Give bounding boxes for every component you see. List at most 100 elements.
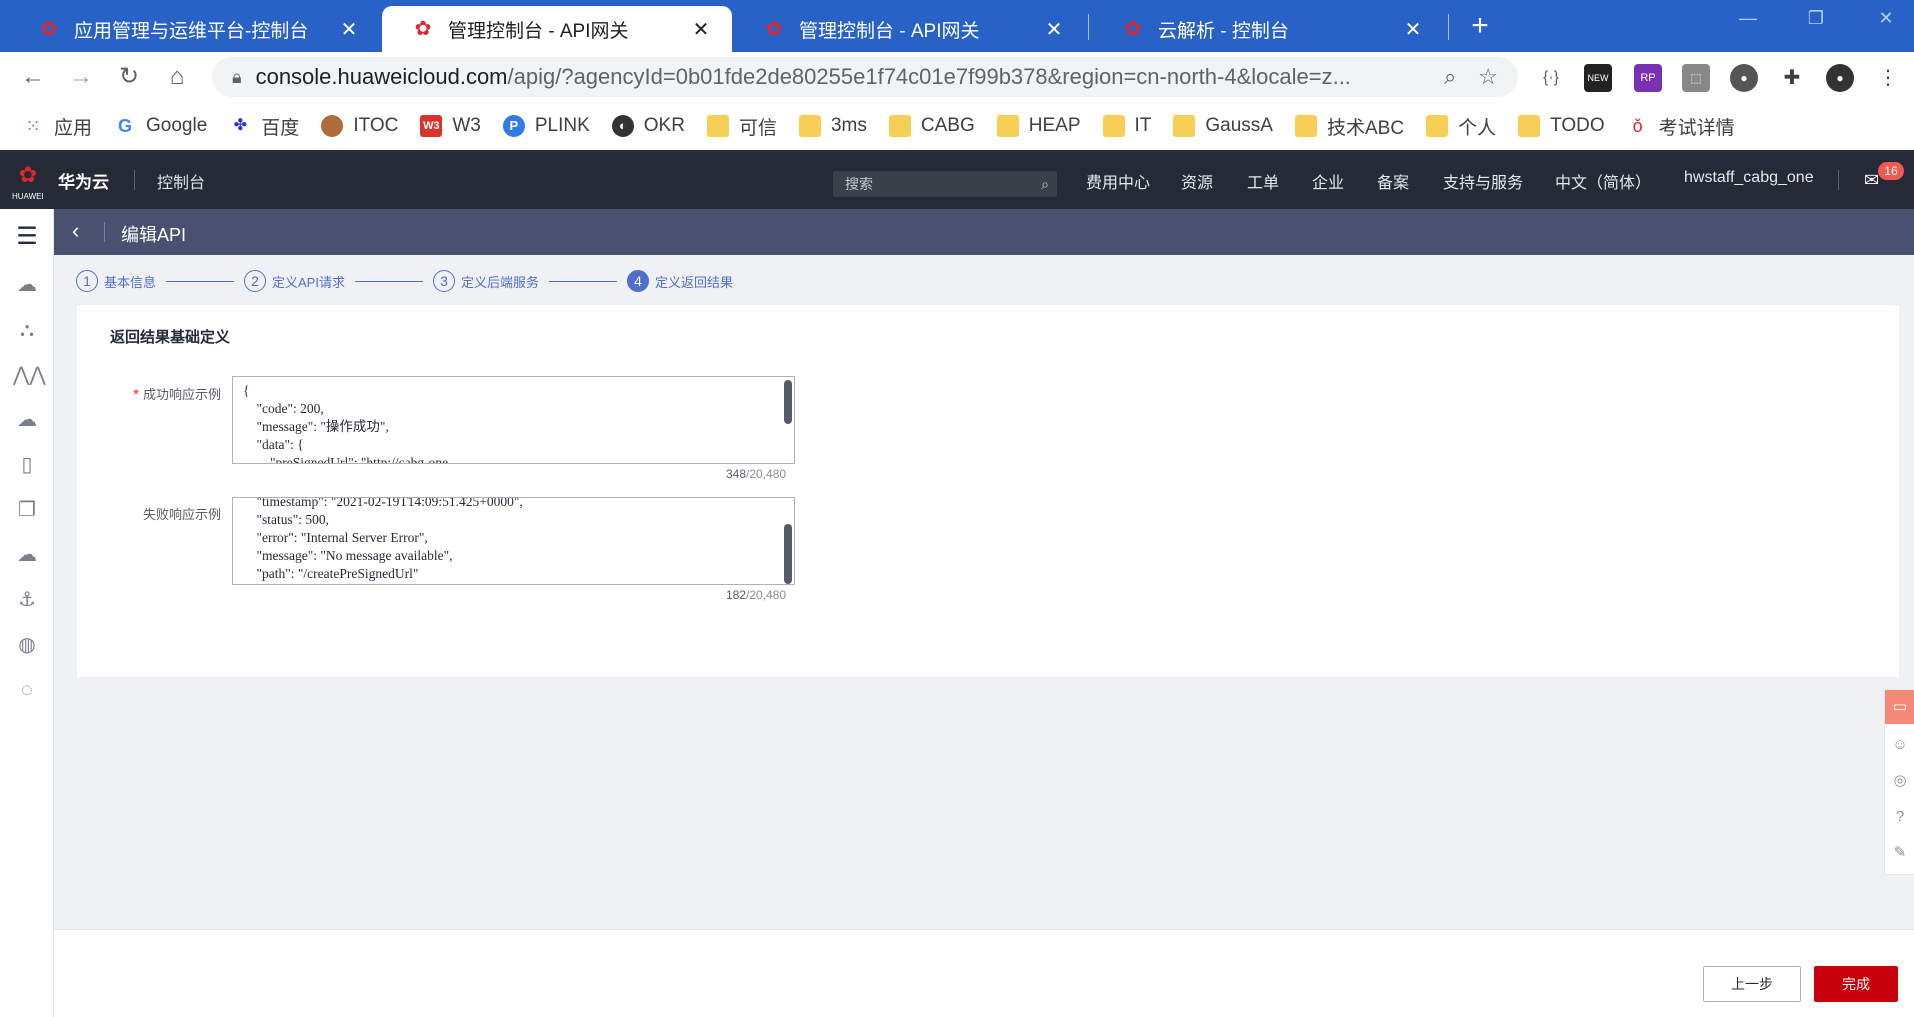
previous-step-button[interactable]: 上一步 bbox=[1703, 966, 1801, 1002]
nav-resources[interactable]: 资源 bbox=[1181, 169, 1213, 193]
folder-icon bbox=[1173, 115, 1196, 137]
step-number: 4 bbox=[627, 270, 649, 292]
browser-tab-2[interactable]: ✿ 管理控制台 - API网关 ✕ bbox=[382, 6, 732, 52]
nav-language[interactable]: 中文（简体） bbox=[1555, 169, 1651, 193]
bookmark-folder[interactable]: 3ms bbox=[798, 115, 867, 137]
folder-icon bbox=[996, 115, 1019, 137]
nav-enterprise[interactable]: 企业 bbox=[1312, 169, 1344, 193]
cluster-icon[interactable]: ⛬ bbox=[13, 316, 41, 344]
bookmark-exam[interactable]: ǒ 考试详情 bbox=[1627, 113, 1735, 140]
failure-max: /20,480 bbox=[746, 588, 787, 602]
smile-icon[interactable]: ☺ bbox=[1885, 728, 1914, 762]
header-divider bbox=[134, 170, 135, 190]
anchor-icon[interactable]: ⚓ bbox=[13, 586, 41, 614]
step-define-request[interactable]: 2 定义API请求 bbox=[244, 270, 345, 292]
api-gateway-icon[interactable]: ⋀⋀ bbox=[13, 361, 46, 389]
nav-username[interactable]: hwstaff_cabg_one bbox=[1684, 169, 1814, 187]
nav-icp[interactable]: 备案 bbox=[1377, 169, 1409, 193]
failure-scrollbar[interactable] bbox=[784, 524, 792, 584]
bookmark-folder[interactable]: IT bbox=[1102, 115, 1151, 137]
back-arrow-icon[interactable]: ← bbox=[16, 60, 50, 94]
folder-icon bbox=[1518, 115, 1541, 137]
feedback-icon[interactable]: ▭ bbox=[1885, 690, 1914, 724]
nav-support[interactable]: 支持与服务 bbox=[1443, 169, 1523, 193]
finish-button[interactable]: 完成 bbox=[1814, 966, 1898, 1002]
bookmark-w3[interactable]: W3 W3 bbox=[420, 115, 481, 137]
extension-circle-icon[interactable]: ● bbox=[1730, 64, 1758, 92]
bookmark-star-icon[interactable]: ☆ bbox=[1478, 64, 1498, 90]
extension-new-icon[interactable]: NEW bbox=[1584, 64, 1612, 92]
files-icon[interactable]: ❐ bbox=[13, 496, 41, 524]
cloud-upload-icon[interactable]: ☁ bbox=[13, 541, 41, 569]
browser-menu-icon[interactable]: ⋮ bbox=[1874, 64, 1902, 92]
bookmark-google[interactable]: G Google bbox=[114, 115, 207, 137]
new-tab-icon[interactable]: + bbox=[1462, 8, 1498, 44]
restore-window-icon[interactable]: ❐ bbox=[1796, 8, 1836, 29]
search-icon[interactable]: ⌕ bbox=[1041, 171, 1049, 197]
console-link[interactable]: 控制台 bbox=[157, 169, 205, 193]
extension-bracket-icon[interactable]: {·} bbox=[1537, 64, 1565, 92]
w3-icon: W3 bbox=[420, 115, 443, 137]
nav-billing[interactable]: 费用中心 bbox=[1086, 169, 1150, 193]
bookmark-plink[interactable]: P PLINK bbox=[502, 115, 590, 137]
close-tab-icon[interactable]: ✕ bbox=[1400, 17, 1426, 42]
extension-pdf-icon[interactable]: ⬚ bbox=[1682, 64, 1710, 92]
bookmark-folder[interactable]: 可信 bbox=[706, 113, 777, 140]
header-search-input[interactable]: 搜索 ⌕ bbox=[833, 171, 1057, 197]
bookmark-folder[interactable]: CABG bbox=[888, 115, 975, 137]
browser-tab-4[interactable]: ✿ 云解析 - 控制台 ✕ bbox=[1092, 6, 1444, 52]
minimize-window-icon[interactable]: — bbox=[1728, 8, 1768, 29]
step-define-response[interactable]: 4 定义返回结果 bbox=[627, 270, 733, 292]
bookmark-label: 应用 bbox=[54, 117, 93, 139]
reload-icon[interactable]: ↻ bbox=[112, 60, 146, 94]
lock-icon: 🔒︎ bbox=[232, 66, 242, 87]
bookmark-folder[interactable]: HEAP bbox=[996, 115, 1081, 137]
bookmark-apps[interactable]: ⁙ 应用 bbox=[22, 113, 92, 140]
step-label: 定义返回结果 bbox=[655, 274, 734, 290]
bookmark-baidu[interactable]: ✤ 百度 bbox=[229, 113, 300, 140]
forward-arrow-icon[interactable]: → bbox=[64, 60, 98, 94]
profile-avatar[interactable]: ● bbox=[1826, 64, 1854, 92]
browser-tab-3[interactable]: ✿ 管理控制台 - API网关 ✕ bbox=[733, 6, 1085, 52]
home-icon[interactable]: ⌂ bbox=[160, 60, 194, 94]
bookmark-folder[interactable]: 个人 bbox=[1426, 113, 1496, 140]
bookmark-folder[interactable]: TODO bbox=[1518, 115, 1605, 137]
chat-icon[interactable]: ◌ bbox=[13, 676, 41, 704]
bookmark-folder[interactable]: 技术ABC bbox=[1294, 113, 1404, 140]
back-chevron-icon[interactable]: ‹ bbox=[72, 218, 79, 244]
help-icon[interactable]: ? bbox=[1885, 800, 1914, 834]
mail-icon[interactable]: ✉ bbox=[1864, 170, 1879, 191]
success-example-textarea[interactable]: { "code": 200, "message": "操作成功", "data"… bbox=[232, 376, 795, 464]
floating-help-toolbar: ▭ ☺ ◎ ? ✎ bbox=[1884, 689, 1914, 875]
success-scrollbar[interactable] bbox=[784, 380, 792, 424]
menu-icon[interactable]: ☰ bbox=[13, 223, 41, 251]
bookmark-itoc[interactable]: ITOC bbox=[321, 115, 398, 137]
bookmark-folder[interactable]: GaussA bbox=[1173, 115, 1273, 137]
close-tab-icon[interactable]: ✕ bbox=[1041, 17, 1067, 42]
brand-name[interactable]: 华为云 bbox=[58, 168, 109, 193]
step-basic-info[interactable]: 1 基本信息 bbox=[76, 270, 156, 292]
extensions-puzzle-icon[interactable]: ✚ bbox=[1778, 64, 1806, 92]
bookmark-label: PLINK bbox=[534, 115, 590, 136]
document-icon[interactable]: ▯ bbox=[13, 451, 41, 479]
footer-action-bar: 上一步 完成 bbox=[54, 929, 1914, 1017]
bookmark-okr[interactable]: ◐ OKR bbox=[611, 115, 685, 137]
globe-icon[interactable]: ◍ bbox=[13, 631, 41, 659]
search-placeholder: 搜索 bbox=[845, 176, 873, 192]
close-tab-icon[interactable]: ✕ bbox=[688, 17, 714, 42]
huawei-favicon-icon: ✿ bbox=[414, 18, 432, 40]
extension-rp-icon[interactable]: RP bbox=[1634, 64, 1662, 92]
zoom-icon[interactable]: ⌕ bbox=[1444, 64, 1456, 90]
close-tab-icon[interactable]: ✕ bbox=[336, 17, 362, 42]
cloud-icon[interactable]: ☁ bbox=[13, 271, 41, 299]
address-bar[interactable]: 🔒︎ console.huaweicloud.com/apig/?agencyI… bbox=[212, 57, 1518, 97]
cloud-service-icon[interactable]: ☁ bbox=[13, 406, 41, 434]
browser-tab-1[interactable]: ✿ 应用管理与运维平台-控制台 ✕ bbox=[8, 6, 380, 52]
failure-example-textarea[interactable]: "timestamp": "2021-02-19T14:09:51.425+00… bbox=[232, 497, 795, 585]
nav-tickets[interactable]: 工单 bbox=[1247, 169, 1279, 193]
step-define-backend[interactable]: 3 定义后端服务 bbox=[432, 270, 539, 292]
step-connector bbox=[354, 280, 423, 282]
edit-note-icon[interactable]: ✎ bbox=[1885, 836, 1914, 870]
customer-service-icon[interactable]: ◎ bbox=[1885, 764, 1914, 798]
close-window-icon[interactable]: ✕ bbox=[1866, 8, 1906, 29]
